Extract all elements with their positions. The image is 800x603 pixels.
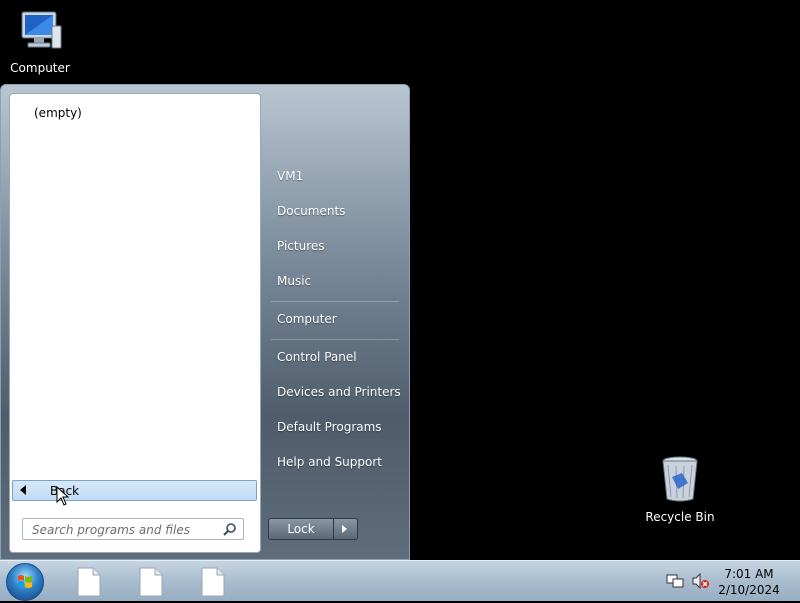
start-item-documents[interactable]: Documents [267,198,401,224]
file-icon[interactable] [200,567,226,597]
file-icon[interactable] [76,567,102,597]
taskbar: 7:01 AM 2/10/2024 [0,560,800,601]
chevron-right-icon [342,525,347,533]
search-box[interactable] [22,518,244,540]
lock-button-group: Lock [268,518,358,540]
menu-separator [271,301,399,302]
places-pane: VM1 Documents Pictures Music Computer Co… [267,85,407,561]
start-button[interactable] [6,563,44,601]
volume-muted-icon[interactable] [692,573,710,589]
desktop-icon-label: Recycle Bin [645,510,715,524]
file-icon[interactable] [138,567,164,597]
start-item-user-folder[interactable]: VM1 [267,163,401,189]
lock-button[interactable]: Lock [268,518,334,540]
start-item-control-panel[interactable]: Control Panel [267,344,401,370]
start-item-devices-printers[interactable]: Devices and Printers [267,379,401,405]
start-item-computer[interactable]: Computer [267,306,401,332]
mouse-cursor-icon [56,486,70,506]
start-item-pictures[interactable]: Pictures [267,233,401,259]
computer-icon [21,11,62,49]
programs-pane: (empty) Back [9,93,261,553]
empty-list-text: (empty) [34,106,82,120]
system-clock[interactable]: 7:01 AM 2/10/2024 [714,566,784,598]
start-menu: (empty) Back VM1 Documents Pictures Musi… [0,84,410,560]
back-button[interactable]: Back [12,480,257,501]
clock-date: 2/10/2024 [718,583,780,597]
menu-separator [271,339,399,340]
desktop-icon-computer[interactable]: Computer [0,8,80,75]
windows-logo-icon [18,575,32,588]
desktop-icon-recycle-bin[interactable]: Recycle Bin [640,455,720,524]
start-item-help-support[interactable]: Help and Support [267,449,401,475]
search-icon[interactable] [223,522,237,536]
clock-time: 7:01 AM [724,567,774,581]
network-icon[interactable] [666,573,684,589]
desktop-icon-label: Computer [10,61,70,75]
start-item-music[interactable]: Music [267,268,401,294]
start-item-default-programs[interactable]: Default Programs [267,414,401,440]
search-input[interactable] [30,520,224,540]
recycle-bin-icon [662,456,698,502]
shutdown-options-button[interactable] [334,518,358,540]
back-arrow-icon [20,485,26,495]
